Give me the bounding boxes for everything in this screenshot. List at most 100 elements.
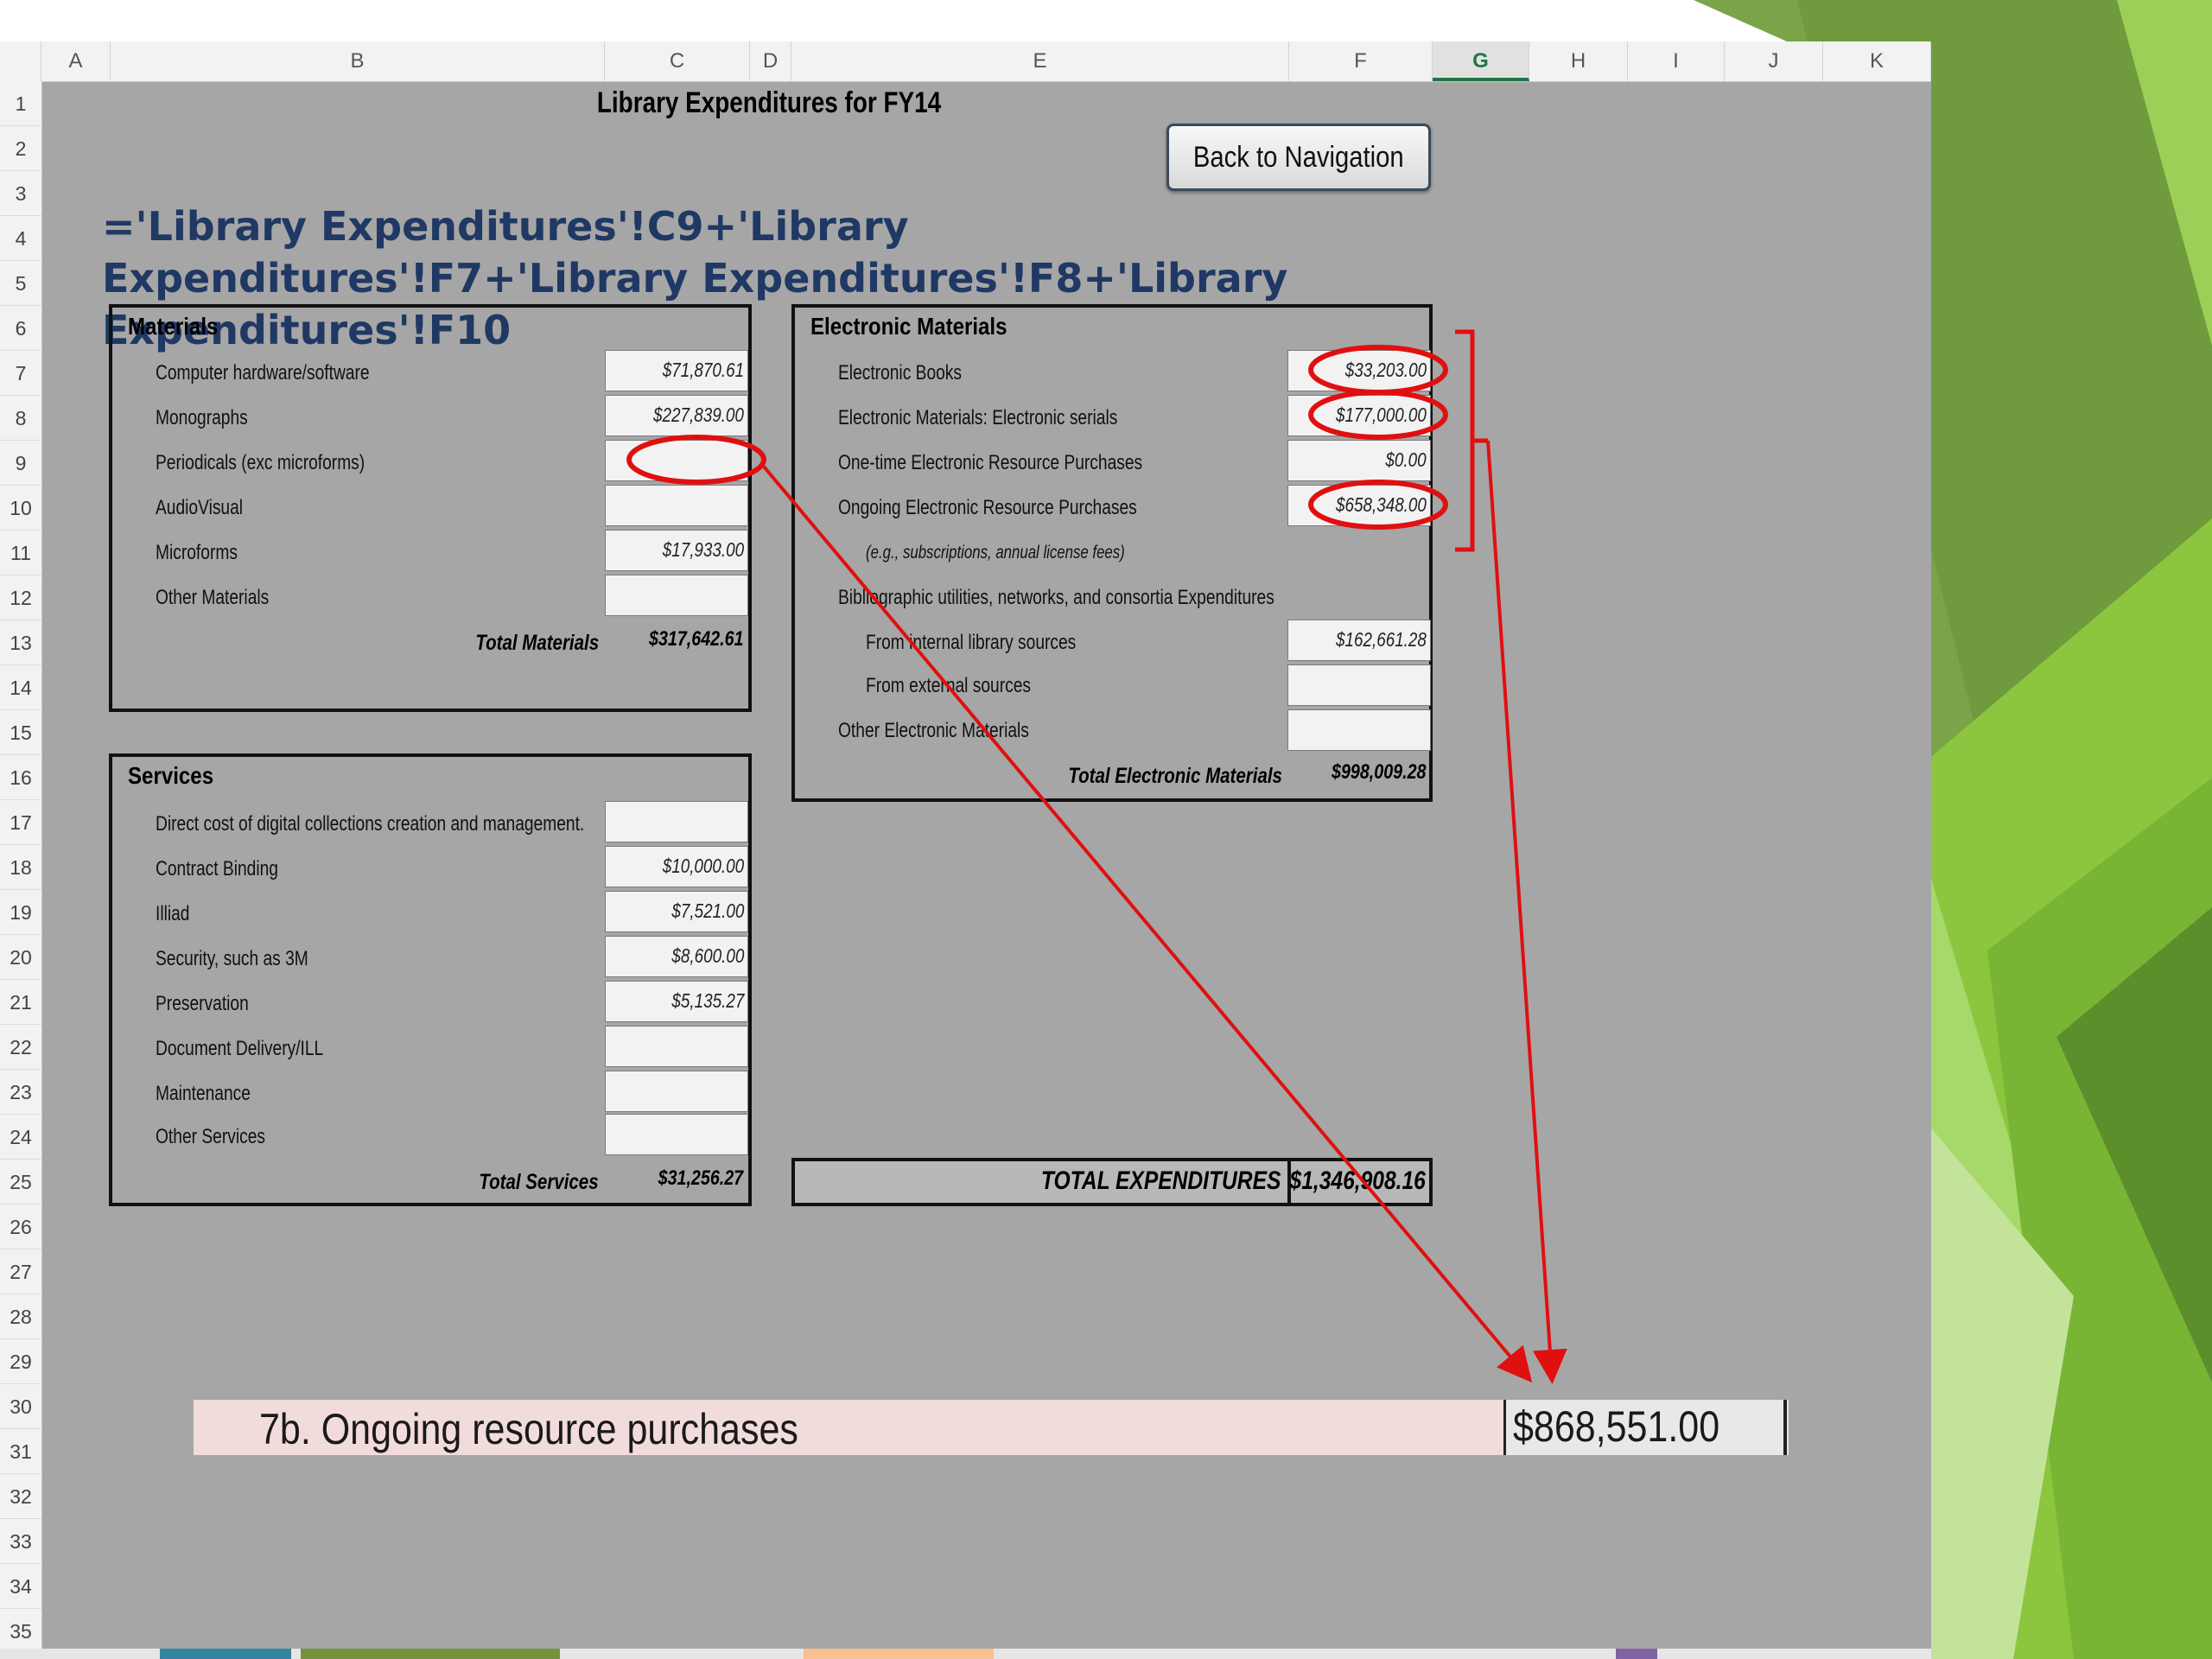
electronic-value-cell[interactable]: $162,661.28 [1287,620,1431,661]
row-header[interactable]: 34 [0,1564,41,1609]
row-header[interactable]: 14 [0,665,41,710]
materials-value-cell[interactable] [605,575,748,616]
materials-label: Computer hardware/software [156,361,370,385]
row-header[interactable]: 3 [0,171,41,216]
materials-total-value: $317,642.61 [648,627,743,651]
services-value-cell[interactable] [605,1114,748,1155]
column-header[interactable]: K [1823,41,1931,81]
services-value-cell[interactable]: $8,600.00 [605,936,748,977]
materials-value-cell[interactable] [605,440,748,481]
services-value-cell[interactable]: $10,000.00 [605,846,748,887]
row-header[interactable]: 7 [0,351,41,396]
sheet-tab[interactable] [301,1649,560,1659]
electronic-value-cell[interactable] [1287,709,1431,751]
row-header[interactable]: 13 [0,620,41,665]
other-electronic-label: Other Electronic Materials [838,719,1029,742]
row-header[interactable]: 5 [0,261,41,306]
row-header[interactable]: 6 [0,306,41,351]
row-header[interactable]: 26 [0,1205,41,1249]
services-total-value: $31,256.27 [658,1166,743,1190]
services-total-label: Total Services [479,1170,599,1194]
row-header[interactable]: 12 [0,575,41,620]
row-header[interactable]: 2 [0,126,41,171]
row-header[interactable]: 16 [0,755,41,800]
row-header[interactable]: 15 [0,710,41,755]
electronic-value-cell[interactable]: $0.00 [1287,440,1431,481]
services-label: Maintenance [156,1082,251,1105]
row-header[interactable]: 21 [0,980,41,1025]
row-header[interactable]: 18 [0,845,41,890]
electronic-value-cell[interactable]: $658,348.00 [1287,485,1431,526]
row-header[interactable]: 11 [0,531,41,575]
column-header[interactable]: J [1725,41,1823,81]
row-header[interactable]: 33 [0,1519,41,1564]
row-header[interactable]: 30 [0,1384,41,1429]
row-header[interactable]: 20 [0,935,41,980]
materials-value-cell[interactable]: $227,839.00 [605,395,748,436]
row-header[interactable]: 31 [0,1429,41,1474]
electronic-sub-label: From internal library sources [866,631,1077,654]
row-header[interactable]: 17 [0,800,41,845]
electronic-value-cell[interactable]: $177,000.00 [1287,395,1431,436]
column-header-selected[interactable]: G [1433,41,1529,81]
electronic-materials-title: Electronic Materials [810,313,1007,340]
row-header[interactable]: 22 [0,1025,41,1070]
column-header[interactable]: C [605,41,750,81]
column-header[interactable]: I [1628,41,1725,81]
materials-value-cell[interactable]: $71,870.61 [605,350,748,391]
sheet-tab[interactable] [160,1649,291,1659]
row-header[interactable]: 29 [0,1339,41,1384]
row-header[interactable]: 10 [0,486,41,531]
row-header[interactable]: 4 [0,216,41,261]
materials-total-label: Total Materials [475,631,599,655]
row-header[interactable]: 9 [0,441,41,486]
sheet-tab[interactable] [1616,1649,1657,1659]
services-value-cell[interactable] [605,1026,748,1067]
result-value-cell[interactable]: $868,551.00 [1503,1400,1787,1455]
services-label: Illiad [156,902,190,925]
services-label: Security, such as 3M [156,947,308,970]
back-to-navigation-button[interactable]: Back to Navigation [1166,124,1431,191]
services-label: Preservation [156,992,249,1015]
electronic-value-cell[interactable]: $33,203.00 [1287,350,1431,391]
materials-label: AudioVisual [156,496,244,519]
materials-label: Other Materials [156,586,270,609]
row-header[interactable]: 1 [0,81,41,126]
row-header[interactable]: 8 [0,396,41,441]
services-value-cell[interactable]: $5,135.27 [605,981,748,1022]
row-header[interactable]: 35 [0,1609,41,1654]
result-label: 7b. Ongoing resource purchases [259,1405,798,1453]
row-header[interactable]: 27 [0,1249,41,1294]
electronic-label: One-time Electronic Resource Purchases [838,451,1143,474]
services-value-cell[interactable] [605,1071,748,1112]
services-value-cell[interactable] [605,801,748,842]
row-header[interactable]: 24 [0,1115,41,1160]
column-header[interactable]: F [1289,41,1433,81]
materials-title: Materials [128,313,219,340]
column-header[interactable]: A [41,41,111,81]
materials-value-cell[interactable]: $17,933.00 [605,530,748,571]
electronic-value-cell[interactable] [1287,664,1431,706]
column-header[interactable]: E [791,41,1289,81]
row-header[interactable]: 28 [0,1294,41,1339]
services-title: Services [128,762,214,789]
electronic-sub-label: From external sources [866,674,1031,697]
select-all-corner[interactable] [0,41,41,81]
services-value-cell[interactable]: $7,521.00 [605,891,748,932]
materials-value-cell[interactable] [605,485,748,526]
column-header[interactable]: H [1529,41,1628,81]
sheet-tabs-bar [0,1649,1931,1659]
slide: A B C D E F G H I J K 1 2 3 4 5 6 7 8 9 10 11 12 13 1… [0,0,2212,1659]
row-header[interactable]: 25 [0,1160,41,1205]
materials-label: Periodicals (exc microforms) [156,451,365,474]
electronic-label: Electronic Materials: Electronic serials [838,406,1118,429]
row-header[interactable]: 19 [0,890,41,935]
column-header-bar: A B C D E F G H I J K [0,41,1931,82]
sheet-tab[interactable] [804,1649,994,1659]
services-label: Direct cost of digital collections creat… [156,812,585,836]
column-header[interactable]: B [111,41,605,81]
column-header[interactable]: D [750,41,791,81]
row-header[interactable]: 32 [0,1474,41,1519]
row-header[interactable]: 23 [0,1070,41,1115]
bibliographic-label: Bibliographic utilities, networks, and c… [838,586,1274,609]
